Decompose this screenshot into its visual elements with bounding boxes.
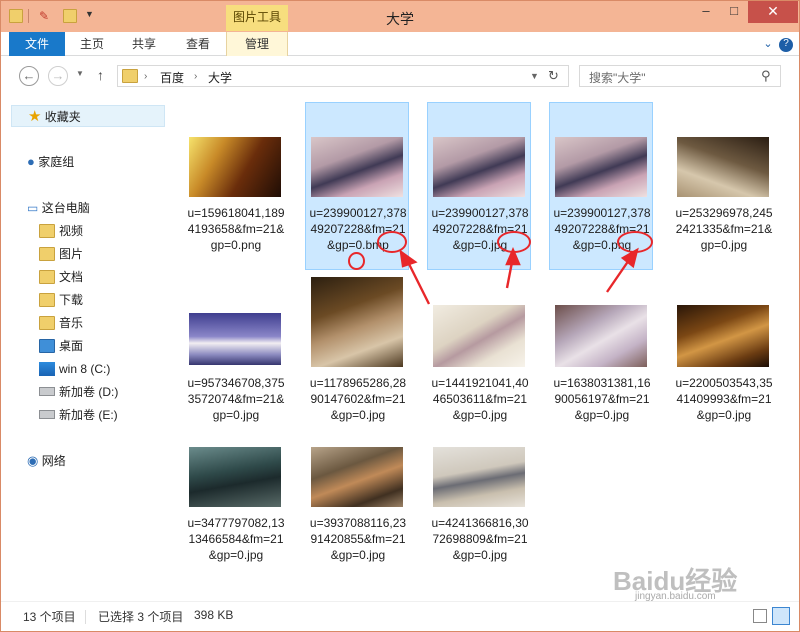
annotation-circle bbox=[617, 231, 653, 253]
nav-this-pc[interactable]: ▭ 这台电脑 bbox=[27, 197, 90, 219]
nav-this-pc-label: 这台电脑 bbox=[41, 201, 90, 215]
title-bar: ✎ ▼ 图片工具 大学 – □ ✕ bbox=[1, 1, 799, 32]
address-bar[interactable]: › 百度 › 大学 ▼ ↻ bbox=[117, 65, 569, 87]
address-toolbar: ← → ▼ ↑ › 百度 › 大学 ▼ ↻ 搜索"大学" ⚲ bbox=[1, 56, 799, 96]
file-list: u=159618041,1894193658&fm=21&gp=0.png u=… bbox=[167, 96, 799, 601]
nav-item-music[interactable]: 音乐 bbox=[39, 312, 83, 334]
navigation-pane: ★ 收藏夹 ● 家庭组 ▭ 这台电脑 视频 图片 文档 下载 音乐 桌面 win… bbox=[1, 96, 167, 601]
close-button[interactable]: ✕ bbox=[748, 1, 798, 23]
music-folder-icon bbox=[39, 315, 55, 330]
tab-manage[interactable]: 管理 bbox=[226, 32, 288, 56]
nav-item-pictures[interactable]: 图片 bbox=[39, 243, 83, 265]
nav-item-label: 图片 bbox=[59, 247, 84, 261]
nav-favorites[interactable]: ★ 收藏夹 bbox=[11, 105, 165, 127]
breadcrumb-baidu[interactable]: 百度 bbox=[160, 69, 184, 86]
tab-view[interactable]: 查看 bbox=[175, 32, 221, 56]
address-dropdown-icon[interactable]: ▼ bbox=[530, 71, 539, 81]
nav-drive-c[interactable]: win 8 (C:) bbox=[39, 358, 110, 380]
drive-icon bbox=[39, 387, 55, 397]
up-arrow-icon[interactable]: ↑ bbox=[97, 67, 104, 83]
expand-ribbon-icon[interactable]: ⌄ bbox=[761, 38, 775, 52]
watermark-url: jingyan.baidu.com bbox=[635, 591, 716, 602]
refresh-icon[interactable]: ↻ bbox=[548, 68, 559, 84]
divider bbox=[85, 610, 86, 624]
documents-folder-icon bbox=[39, 269, 55, 284]
item-count: 13 个项目 bbox=[23, 610, 76, 624]
annotation-circle bbox=[497, 231, 531, 253]
breadcrumb-separator: › bbox=[194, 71, 198, 82]
search-placeholder: 搜索"大学" bbox=[589, 71, 646, 85]
details-view-icon[interactable] bbox=[753, 609, 767, 623]
nav-item-downloads[interactable]: 下载 bbox=[39, 289, 83, 311]
homegroup-icon: ● bbox=[27, 154, 35, 169]
nav-item-label: 音乐 bbox=[59, 316, 84, 330]
annotation-circle bbox=[348, 252, 365, 270]
videos-folder-icon bbox=[39, 223, 55, 238]
help-icon[interactable]: ? bbox=[779, 38, 793, 52]
folder-icon bbox=[122, 69, 138, 83]
windows-drive-icon bbox=[39, 361, 55, 376]
nav-item-label: win 8 (C:) bbox=[59, 362, 111, 376]
downloads-folder-icon bbox=[39, 292, 55, 307]
nav-homegroup-label: 家庭组 bbox=[38, 155, 75, 169]
ribbon-tabs: 文件 主页 共享 查看 管理 ⌄ ? bbox=[1, 32, 799, 56]
nav-item-label: 新加卷 (D:) bbox=[59, 385, 119, 399]
recent-locations-icon[interactable]: ▼ bbox=[76, 69, 84, 78]
annotation-circle bbox=[377, 231, 407, 253]
nav-homegroup[interactable]: ● 家庭组 bbox=[27, 151, 74, 173]
nav-item-videos[interactable]: 视频 bbox=[39, 220, 83, 242]
status-bar: 13 个项目 已选择 3 个项目 398 KB bbox=[1, 601, 799, 631]
search-box[interactable]: 搜索"大学" ⚲ bbox=[579, 65, 781, 87]
pictures-folder-icon bbox=[39, 246, 55, 261]
nav-item-label: 下载 bbox=[59, 293, 84, 307]
back-button[interactable]: ← bbox=[19, 66, 39, 86]
desktop-folder-icon bbox=[39, 338, 55, 353]
window-title: 大学 bbox=[386, 11, 414, 27]
tab-home[interactable]: 主页 bbox=[71, 32, 113, 56]
maximize-button[interactable]: □ bbox=[719, 1, 749, 23]
network-icon: ◉ bbox=[27, 453, 39, 468]
nav-item-label: 桌面 bbox=[59, 339, 84, 353]
nav-drive-d[interactable]: 新加卷 (D:) bbox=[39, 381, 118, 403]
tab-share[interactable]: 共享 bbox=[121, 32, 167, 56]
forward-button[interactable]: → bbox=[48, 66, 68, 86]
breadcrumb-daxue[interactable]: 大学 bbox=[208, 69, 232, 86]
drive-icon bbox=[39, 410, 55, 420]
nav-item-label: 新加卷 (E:) bbox=[59, 408, 118, 422]
nav-item-desktop[interactable]: 桌面 bbox=[39, 335, 83, 357]
computer-icon: ▭ bbox=[27, 201, 39, 215]
minimize-button[interactable]: – bbox=[691, 1, 721, 23]
tab-file[interactable]: 文件 bbox=[9, 32, 65, 56]
nav-network-label: 网络 bbox=[41, 454, 66, 468]
explorer-window: ✎ ▼ 图片工具 大学 – □ ✕ 文件 主页 共享 查看 管理 ⌄ ? ← →… bbox=[0, 0, 800, 632]
nav-network[interactable]: ◉ 网络 bbox=[27, 450, 66, 472]
selection-size: 398 KB bbox=[194, 608, 234, 622]
nav-item-label: 文档 bbox=[59, 270, 84, 284]
selection-count: 已选择 3 个项目 bbox=[98, 610, 184, 624]
nav-favorites-label: 收藏夹 bbox=[44, 110, 81, 124]
star-icon: ★ bbox=[28, 108, 42, 125]
nav-item-documents[interactable]: 文档 bbox=[39, 266, 83, 288]
large-icons-view-icon[interactable] bbox=[772, 607, 790, 625]
annotation-arrows bbox=[399, 246, 639, 305]
nav-drive-e[interactable]: 新加卷 (E:) bbox=[39, 404, 118, 426]
breadcrumb-separator: › bbox=[144, 71, 148, 82]
search-icon[interactable]: ⚲ bbox=[761, 68, 771, 84]
nav-item-label: 视频 bbox=[59, 224, 84, 238]
baidu-jingyan-watermark: Baidu经验 jingyan.baidu.com bbox=[613, 561, 783, 602]
